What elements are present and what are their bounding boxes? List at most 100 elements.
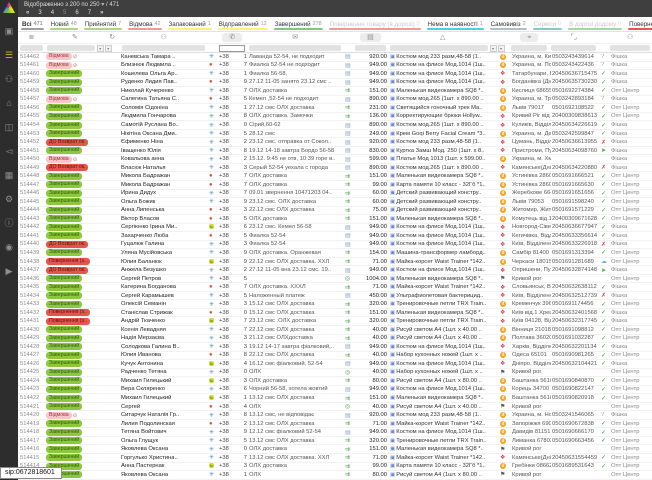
page-size-dropdown[interactable]: ▾ [101, 2, 104, 8]
table-row[interactable]: 514418ЗавершенийТетяна Войтович✳+38912.1… [18, 428, 652, 437]
filter-slot[interactable] [610, 45, 650, 51]
table-row[interactable]: 514427ЗавершенийЮлия Иванова●+38822.12 с… [18, 352, 652, 361]
person-icon[interactable]: ⚇ [627, 33, 633, 42]
pagination-first-icon[interactable]: « [26, 9, 29, 17]
table-row[interactable]: 514419ЗавершенийЛилия Подолинская●+38213… [18, 420, 652, 429]
table-row[interactable]: 514430ЗавершенийКсенія Левадняя✳+38722.1… [18, 326, 652, 335]
tab-Відмова[interactable]: Відмова42 [125, 17, 164, 31]
tab-В дорозі додому[interactable]: В дорозі додому0 [565, 17, 625, 31]
table-row[interactable]: 514449ДО Возврат ок.Власюк Наталья✳+383С… [18, 164, 652, 173]
tab-Новий[interactable]: Новий48 [47, 17, 81, 31]
clients-icon[interactable]: ⚇ [2, 73, 16, 85]
table-row[interactable]: 514432Повернення (з..Станіслав Стрижак●+… [18, 309, 652, 318]
table-row[interactable]: 514434ЗавершенийСергей Карамышев✳+385Нал… [18, 292, 652, 301]
table-row[interactable]: 514433ЗавершенийОлексій Семанін✳+38315.1… [18, 300, 652, 309]
table-row[interactable]: 514443ЗавершенийВіктор Власов●+385ОЛХ до… [18, 215, 652, 224]
table-row[interactable]: 514431Повернення (з..Андрій Ткаченкоlc+3… [18, 317, 652, 326]
tab-Нема в наявності[interactable]: Нема в наявності1 [424, 17, 487, 31]
pagination-page[interactable]: 7 [88, 9, 91, 17]
table-row[interactable]: 514457Відмова⊘Салегина Татьяна С..●+385К… [18, 96, 652, 105]
table-row[interactable]: 514453ЗавершенийНікітіна Оксана Дми..✳+3… [18, 130, 652, 139]
table-row[interactable]: 514456ЗавершенийСоломія Сідоніна✳+38127.… [18, 104, 652, 113]
table-row[interactable]: 514421ЗавершенийСергей●+384ОЛХ◎40.00▣Рис… [18, 403, 652, 412]
table-row[interactable]: 514461Відмова⊘Близнюк Людмила ..●+387Фиа… [18, 62, 652, 71]
table-row[interactable]: 514442ЗавершенийСергіюнко Ірина Ми..lc+3… [18, 224, 652, 233]
table-row[interactable]: 514448ЗавершенийМикола Бадражан●+387ОЛХ … [18, 172, 652, 181]
dashboard-icon[interactable]: ▣ [2, 25, 16, 37]
table-row[interactable]: 514425ЗавершенийРадченко Тетяна✳+380ОЛХ◎… [18, 369, 652, 378]
filter-slot[interactable] [20, 45, 43, 51]
table-row[interactable]: 514429ЗавершенийНадія Мерзаєва✳+38321.12… [18, 335, 652, 344]
filter-slot[interactable] [249, 45, 341, 51]
tab-Всі[interactable]: Всі471 [18, 17, 47, 31]
tab-Запакований[interactable]: Запакований1 [165, 17, 215, 31]
table-row[interactable]: 514420Відмова⊘Ситарчук Наталія Гр..✳+388… [18, 411, 652, 420]
products-icon[interactable]: ◫ [2, 121, 16, 133]
table-row[interactable]: 514451ЗавершенийІващенко Юлія✳+38819.12 … [18, 147, 652, 156]
refresh-icon[interactable]: ↻ [109, 33, 115, 42]
reports-icon[interactable]: ▦ [2, 169, 16, 181]
table-row[interactable]: 514423ЗавершенийВера Скляренко✳+386Чорни… [18, 386, 652, 395]
pagination-page[interactable]: 5 [63, 9, 66, 17]
pagination-page[interactable]: 6 [75, 9, 78, 17]
filter-slot[interactable] [511, 45, 547, 51]
money-icon[interactable]: ▤ [360, 33, 381, 42]
table-row[interactable]: 514452ДО Возврат ок.Єфименко Ніна✳+38223… [18, 138, 652, 147]
filter-slot[interactable] [390, 45, 488, 51]
filter-dropdown-icon[interactable]: ▾ [97, 45, 104, 52]
tab-Повернення товару (в дорозі)[interactable]: Повернення товару (в дорозі)0 [326, 17, 424, 31]
pagination-page[interactable]: 3 [38, 9, 41, 17]
barcode-icon[interactable]: ⌜⌟ [570, 33, 577, 42]
table-row[interactable]: 514447ЗавершенийМикола Бадражан●+387ОЛХ … [18, 181, 652, 190]
tab-Відправлений[interactable]: Відправлений12 [215, 17, 271, 31]
table-row[interactable]: 514450Відмова⊘Ковальова анна✳+38215.12. … [18, 155, 652, 164]
table-row[interactable]: 514441ЗавершенийЗахарченко Люба●+385Фиал… [18, 232, 652, 241]
tab-Прийнятий[interactable]: Прийнятий7 [81, 17, 125, 31]
video-icon[interactable]: ▶ [2, 265, 16, 277]
phone-filter-input[interactable] [219, 45, 245, 52]
table-row[interactable]: 514440ДО Возврат ок.Гуцалюк Галина✳+383Ф… [18, 241, 652, 250]
filter-dropdown-icon[interactable]: ▾ [105, 45, 112, 52]
table-row[interactable]: 514455ЗавершенийЛюдмила Гончарова✳+388ОЛ… [18, 113, 652, 122]
envelope-icon[interactable]: ✉ [292, 33, 298, 42]
phone-icon[interactable]: ✆ [222, 33, 242, 42]
pagination-last-icon[interactable]: » [100, 9, 103, 17]
table-row[interactable]: 514424ЗавершенийМихаил Гилецькийlc+383ОЛ… [18, 377, 652, 386]
table-row[interactable]: 514444ЗавершенийАнна Липенська●+38322.12… [18, 207, 652, 216]
bag-icon[interactable]: △ [440, 33, 445, 42]
filter-slot[interactable] [355, 45, 386, 51]
table-row[interactable]: 514422ЗавершенийМихаил Гилецькийlc+38113… [18, 394, 652, 403]
table-row[interactable]: 514417ЗавершенийОльга Глущук✳+38513.12 с… [18, 437, 652, 446]
settings-icon[interactable]: ⚙ [2, 193, 16, 205]
list-icon[interactable]: ≣ [29, 33, 35, 42]
orders-icon[interactable]: ☰ [2, 49, 16, 61]
tab-Завершений[interactable]: Завершений278 [271, 17, 326, 31]
people-icon[interactable]: ⚇ [160, 33, 166, 42]
table-row[interactable]: 514438Повернення (з..Юлия Баланюкlc+3892… [18, 258, 652, 267]
tab-Самовивіз[interactable]: Самовивіз2 [487, 17, 530, 31]
table-row[interactable]: 514437ДО Возврат ок.Анжела Безушко✳+3822… [18, 266, 652, 275]
table-row[interactable]: 514414ЗавершенийАнна Пастернакlc+383ОЛХ … [18, 463, 652, 472]
filter-dropdown-icon[interactable]: ▾ [498, 45, 505, 52]
tab-Сервіси[interactable]: Сервіси0 [530, 17, 566, 31]
table-row[interactable]: 514415ЗавершенийГоргулько Христина..✳+38… [18, 454, 652, 463]
notifications-icon[interactable]: ◅ [2, 145, 16, 157]
warehouse-icon[interactable]: ⌂ [2, 97, 16, 109]
app-logo-icon[interactable] [3, 2, 15, 13]
info-icon[interactable]: ⓘ [2, 217, 16, 229]
table-row[interactable]: 514439ЗавершенийУляна Мусійовська✳+389ОЛ… [18, 249, 652, 258]
table-row[interactable]: 514462Відмова⊘Каневська Тамара ..✳+381Ла… [18, 53, 652, 62]
filter-dropdown-icon[interactable]: ▾ [490, 45, 497, 52]
table-row[interactable]: 514458ЗавершенийНиколай Кучеренко✳+387ОЛ… [18, 87, 652, 96]
monitoring-icon[interactable]: ◉ [2, 241, 16, 253]
filter-slot[interactable] [122, 45, 206, 51]
table-row[interactable]: 514413ЗавершенийЯковлева Оксана✳+381ОЛХ⇉… [18, 471, 652, 480]
location-pin-icon[interactable]: ⌖ [520, 33, 538, 42]
table-row[interactable]: 514436ЗавершенийСергей Петров✳+385◎1004.… [18, 275, 652, 284]
table-row[interactable]: 514435ЗавершенийКатерина Богданова●+387О… [18, 283, 652, 292]
table-row[interactable]: 514459ЗавершенийРуденко Лидия Пав..●+389… [18, 79, 652, 88]
filter-slot[interactable] [47, 45, 95, 51]
table-row[interactable]: 514445ЗавершенийОльга Божик✳+38923.12 см… [18, 198, 652, 207]
tab-Повернений[interactable]: Повернений8 [625, 17, 652, 31]
table-row[interactable]: 514446ЗавершенийИрина Дидух✳+38709.01 зв… [18, 190, 652, 199]
